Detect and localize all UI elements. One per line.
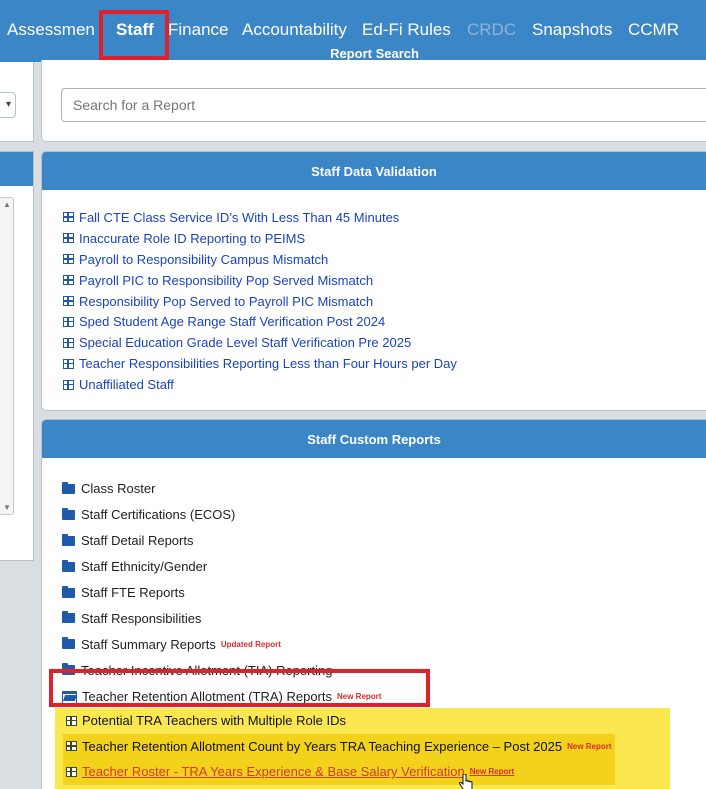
folder-icon bbox=[62, 507, 75, 520]
chevron-down-icon: ▾ bbox=[6, 99, 12, 110]
left-filter-panel: ▾ bbox=[0, 62, 34, 142]
report-label: Payroll to Responsibility Campus Mismatc… bbox=[79, 251, 329, 267]
left-tree-header bbox=[0, 152, 33, 186]
folder-label: Staff Certifications (ECOS) bbox=[81, 507, 236, 523]
new-report-badge: New Report bbox=[469, 767, 515, 777]
folder-label: Staff Summary Reports bbox=[81, 636, 216, 652]
table-icon bbox=[66, 741, 77, 752]
tra-highlight-box bbox=[49, 669, 430, 707]
left-tree-panel: ▲ ▼ bbox=[0, 151, 34, 561]
tra-report-item[interactable]: Potential TRA Teachers with Multiple Rol… bbox=[66, 708, 615, 734]
left-select[interactable]: ▾ bbox=[0, 92, 16, 118]
nav-accountability[interactable]: Accountability bbox=[242, 20, 347, 40]
table-icon bbox=[63, 358, 74, 369]
staff-data-validation-panel: Staff Data Validation Fall CTE Class Ser… bbox=[41, 151, 706, 411]
report-label: Unaffiliated Staff bbox=[79, 377, 174, 393]
report-label: Payroll PIC to Responsibility Pop Served… bbox=[79, 272, 374, 288]
folder-label: Class Roster bbox=[81, 481, 156, 497]
folder-label: Staff Ethnicity/Gender bbox=[81, 559, 208, 575]
nav-ed-fi-rules[interactable]: Ed-Fi Rules bbox=[362, 20, 451, 40]
report-label: Teacher Retention Allotment Count by Yea… bbox=[82, 738, 563, 754]
table-icon bbox=[63, 254, 74, 265]
folder-label: Staff Detail Reports bbox=[81, 533, 194, 549]
report-label: Fall CTE Class Service ID’s With Less Th… bbox=[79, 209, 400, 225]
table-icon bbox=[63, 379, 74, 390]
nav-assessment[interactable]: Assessmen bbox=[7, 20, 95, 40]
folder-staff-certifications[interactable]: Staff Certifications (ECOS) bbox=[62, 502, 381, 528]
report-label: Special Education Grade Level Staff Veri… bbox=[79, 335, 412, 351]
tra-report-list: Potential TRA Teachers with Multiple Rol… bbox=[63, 708, 615, 785]
tra-report-item[interactable]: Teacher Roster - TRA Years Experience & … bbox=[63, 759, 615, 785]
folder-class-roster[interactable]: Class Roster bbox=[62, 476, 381, 502]
scroll-up-icon[interactable]: ▲ bbox=[3, 200, 11, 209]
folder-icon bbox=[62, 481, 75, 494]
folder-icon bbox=[62, 559, 75, 572]
staff-data-validation-title: Staff Data Validation bbox=[42, 152, 706, 190]
report-search-title: Report Search bbox=[330, 46, 419, 61]
folder-staff-ethnicity-gender[interactable]: Staff Ethnicity/Gender bbox=[62, 554, 381, 580]
validation-report-item[interactable]: Payroll PIC to Responsibility Pop Served… bbox=[63, 270, 457, 291]
folder-staff-detail-reports[interactable]: Staff Detail Reports bbox=[62, 528, 381, 554]
nav-snapshots[interactable]: Snapshots bbox=[532, 20, 612, 40]
table-icon bbox=[63, 212, 74, 223]
validation-report-item[interactable]: Responsibility Pop Served to Payroll PIC… bbox=[63, 291, 457, 312]
validation-report-item[interactable]: Sped Student Age Range Staff Verificatio… bbox=[63, 311, 457, 332]
nav-ccmr[interactable]: CCMR bbox=[628, 20, 679, 40]
scroll-down-icon[interactable]: ▼ bbox=[3, 503, 11, 512]
staff-custom-reports-title: Staff Custom Reports bbox=[42, 420, 706, 458]
folder-icon bbox=[62, 585, 75, 598]
folder-icon bbox=[62, 533, 75, 546]
report-label: Responsibility Pop Served to Payroll PIC… bbox=[79, 293, 374, 309]
left-scrollbar[interactable]: ▲ ▼ bbox=[0, 197, 14, 515]
nav-crdc[interactable]: CRDC bbox=[467, 20, 516, 40]
table-icon bbox=[66, 715, 77, 726]
folder-label: Staff Responsibilities bbox=[81, 610, 202, 626]
report-label: Potential TRA Teachers with Multiple Rol… bbox=[82, 713, 346, 729]
updated-report-badge: Updated Report bbox=[220, 639, 281, 649]
validation-report-list: Fall CTE Class Service ID’s With Less Th… bbox=[63, 207, 457, 395]
validation-report-item[interactable]: Inaccurate Role ID Reporting to PEIMS bbox=[63, 228, 457, 249]
hand-cursor-icon bbox=[458, 774, 473, 789]
validation-report-item[interactable]: Fall CTE Class Service ID’s With Less Th… bbox=[63, 207, 457, 228]
table-icon bbox=[63, 233, 74, 244]
table-icon bbox=[63, 316, 74, 327]
folder-staff-fte-reports[interactable]: Staff FTE Reports bbox=[62, 580, 381, 606]
report-label: Teacher Responsibilities Reporting Less … bbox=[79, 356, 457, 372]
search-input[interactable] bbox=[61, 88, 706, 122]
validation-report-item[interactable]: Special Education Grade Level Staff Veri… bbox=[63, 332, 457, 353]
folder-label: Staff FTE Reports bbox=[81, 585, 185, 600]
new-report-badge: New Report bbox=[567, 741, 612, 751]
nav-finance[interactable]: Finance bbox=[168, 20, 228, 40]
main-column: Report Search Staff Data Validation Fall… bbox=[41, 46, 706, 789]
report-label: Sped Student Age Range Staff Verificatio… bbox=[79, 314, 386, 330]
table-icon bbox=[63, 275, 74, 286]
folder-icon bbox=[62, 637, 75, 650]
report-search-panel: Report Search bbox=[41, 46, 706, 142]
left-column: ▾ ▲ ▼ bbox=[0, 62, 34, 789]
validation-report-item[interactable]: Teacher Responsibilities Reporting Less … bbox=[63, 353, 457, 374]
table-icon bbox=[66, 766, 77, 777]
folder-icon bbox=[62, 611, 75, 624]
table-icon bbox=[63, 337, 74, 348]
validation-report-item[interactable]: Unaffiliated Staff bbox=[63, 374, 457, 395]
report-label: Inaccurate Role ID Reporting to PEIMS bbox=[79, 230, 306, 246]
validation-report-item[interactable]: Payroll to Responsibility Campus Mismatc… bbox=[63, 249, 457, 270]
folder-staff-summary-reports[interactable]: Staff Summary Reports Updated Report bbox=[62, 631, 381, 657]
table-icon bbox=[63, 296, 74, 306]
report-link[interactable]: Teacher Roster - TRA Years Experience & … bbox=[82, 764, 465, 779]
tra-report-item[interactable]: Teacher Retention Allotment Count by Yea… bbox=[63, 733, 615, 759]
folder-staff-responsibilities[interactable]: Staff Responsibilities bbox=[62, 605, 381, 631]
